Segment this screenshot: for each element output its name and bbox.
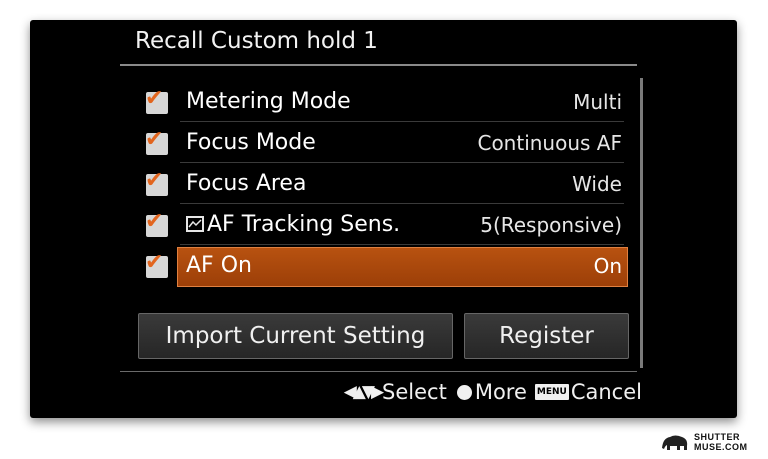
- checkmark-icon: ✔: [145, 209, 164, 234]
- row-divider: [180, 162, 624, 163]
- cancel-hint: Cancel: [570, 380, 642, 404]
- row-label: AF Tracking Sens.: [207, 212, 401, 237]
- list-item-af-on[interactable]: ✔ AF On On: [140, 246, 628, 287]
- tracking-sensitivity-icon: [186, 216, 204, 232]
- title-divider: [120, 64, 637, 66]
- checkbox-focus-mode[interactable]: ✔: [145, 129, 168, 155]
- elephant-logo-icon: [662, 435, 688, 450]
- checkmark-icon: ✔: [145, 127, 164, 152]
- row-label: Metering Mode: [186, 89, 351, 114]
- select-hint: Select: [382, 380, 447, 404]
- checkbox-focus-area[interactable]: ✔: [145, 170, 168, 196]
- more-hint: More: [474, 380, 527, 404]
- list-item-focus-mode[interactable]: ✔ Focus Mode Continuous AF: [140, 123, 626, 163]
- row-value: Wide: [572, 172, 622, 196]
- center-button-icon: [456, 384, 472, 400]
- row-value: 5(Responsive): [480, 213, 622, 237]
- checkbox-metering-mode[interactable]: ✔: [145, 88, 168, 114]
- row-label-with-icon: AF Tracking Sens.: [186, 212, 400, 237]
- footer-hints: ◀▲▼▶ Select More MENU Cancel: [344, 380, 642, 404]
- row-value: Continuous AF: [477, 131, 622, 155]
- row-value: Multi: [573, 90, 622, 114]
- list-item-metering-mode[interactable]: ✔ Metering Mode Multi: [140, 82, 626, 122]
- checkmark-icon: ✔: [145, 168, 164, 193]
- checkmark-icon: ✔: [145, 86, 164, 111]
- menu-button-icon: MENU: [534, 384, 569, 400]
- checkbox-af-on[interactable]: ✔: [145, 252, 168, 278]
- row-divider: [180, 121, 624, 122]
- row-divider: [180, 203, 624, 204]
- list-item-focus-area[interactable]: ✔ Focus Area Wide: [140, 164, 626, 204]
- page-title: Recall Custom hold 1: [135, 28, 378, 54]
- checkmark-icon: ✔: [145, 250, 164, 275]
- footer-divider: [120, 371, 637, 372]
- watermark: SHUTTER MUSE.COM: [660, 432, 748, 452]
- row-label: AF On: [186, 253, 252, 278]
- list-item-af-tracking-sens[interactable]: ✔ AF Tracking Sens. 5(Responsive): [140, 205, 626, 245]
- scrollbar[interactable]: [640, 78, 643, 368]
- row-label: Focus Mode: [186, 130, 316, 155]
- four-way-arrows-icon: ◀▲▼▶: [343, 382, 384, 402]
- row-value: On: [593, 254, 622, 278]
- register-button[interactable]: Register: [464, 313, 629, 359]
- watermark-text: SHUTTER MUSE.COM: [694, 432, 748, 452]
- import-current-setting-button[interactable]: Import Current Setting: [138, 313, 453, 359]
- checkbox-af-tracking-sens[interactable]: ✔: [145, 211, 168, 237]
- row-divider: [180, 244, 624, 245]
- row-label: Focus Area: [186, 171, 307, 196]
